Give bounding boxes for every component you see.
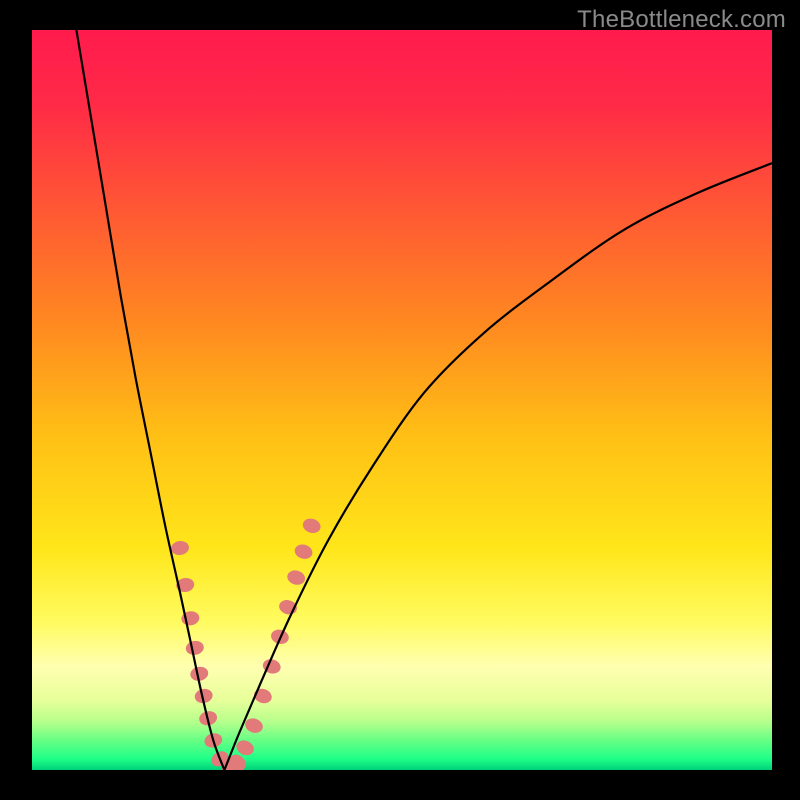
curve-marker <box>286 568 307 586</box>
curve-marker <box>170 540 190 556</box>
curve-marker <box>185 640 205 657</box>
curve-layer <box>32 30 772 770</box>
curve-marker <box>243 716 265 735</box>
chart-frame: TheBottleneck.com <box>0 0 800 800</box>
curve-marker <box>301 516 322 535</box>
curve-right-branch <box>224 163 772 770</box>
plot-area <box>32 30 772 770</box>
curve-left-branch <box>76 30 224 770</box>
curve-marker <box>293 542 314 561</box>
curve-marker <box>234 738 256 758</box>
marker-group <box>170 516 322 770</box>
